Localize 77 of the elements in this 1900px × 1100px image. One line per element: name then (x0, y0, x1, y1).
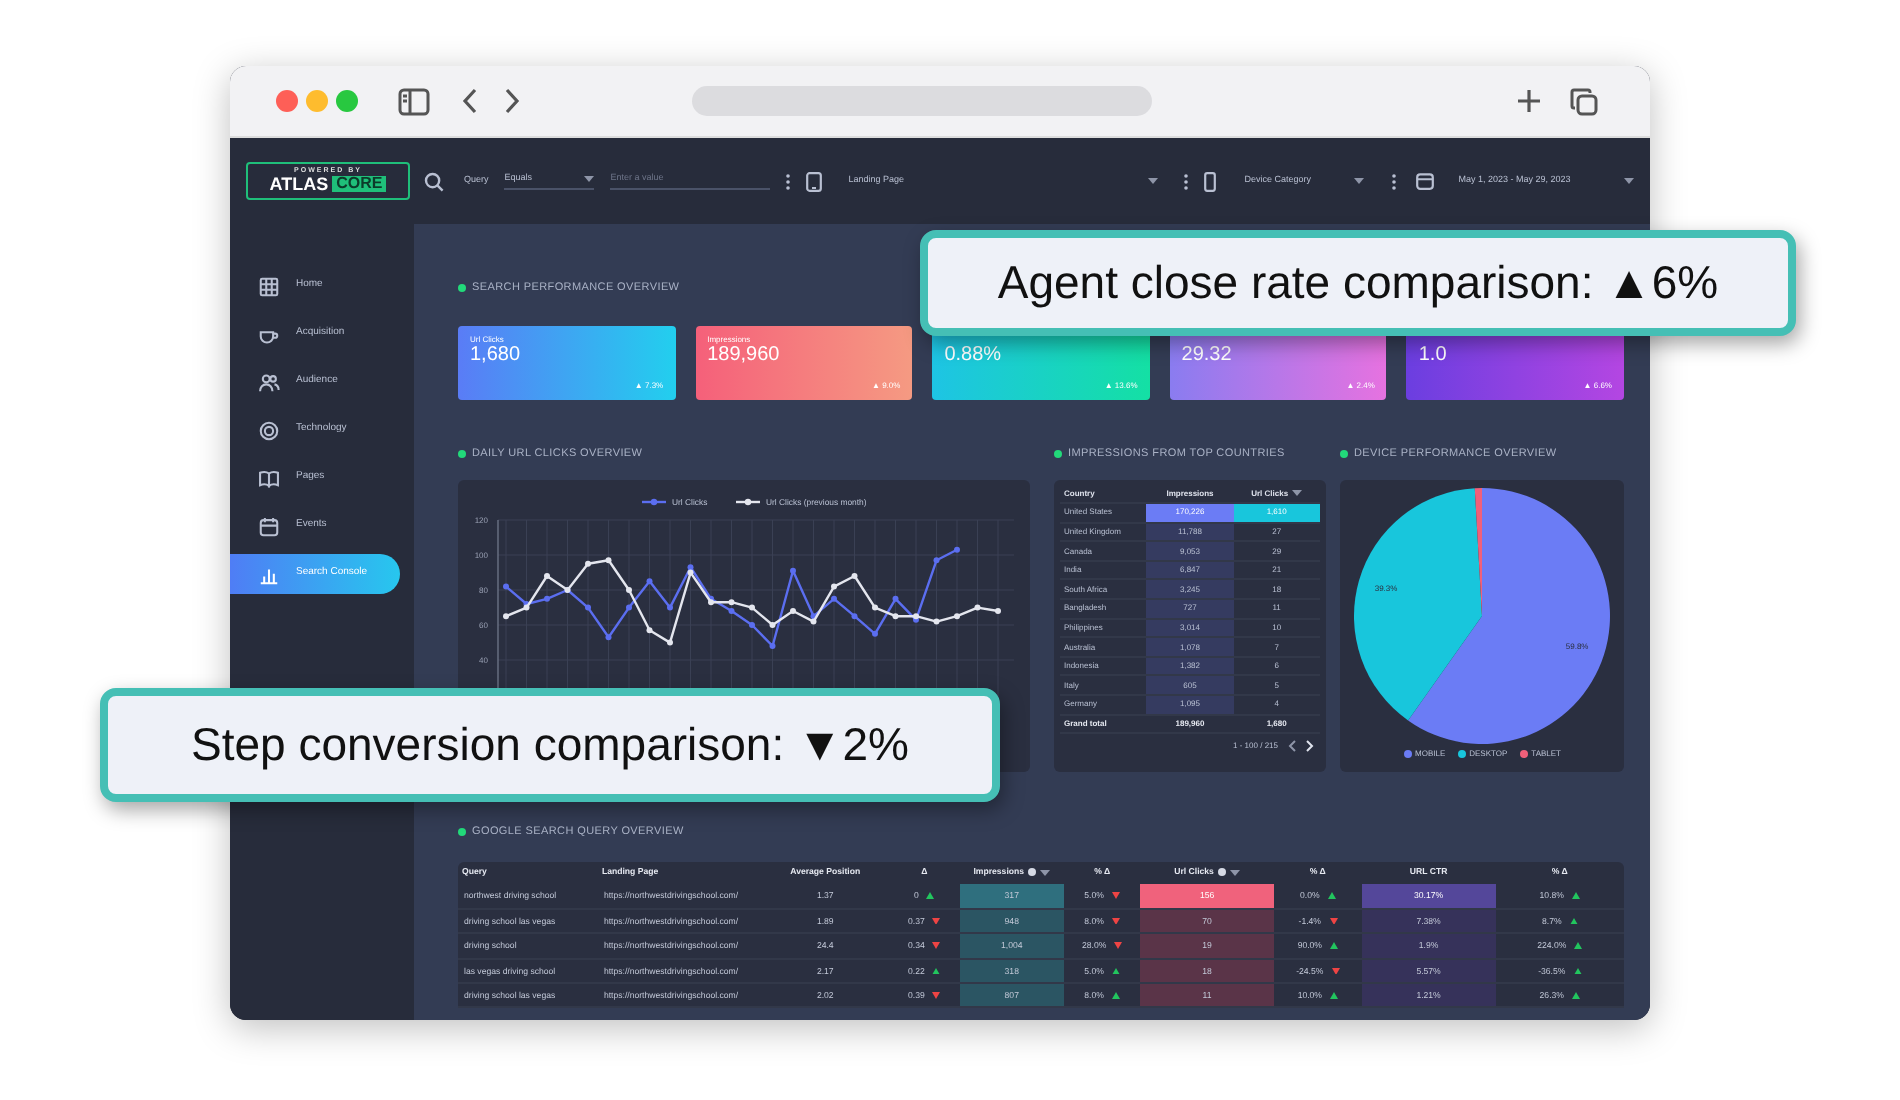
data-point (749, 622, 755, 628)
data-point (585, 560, 591, 567)
more-icon[interactable] (1392, 173, 1397, 189)
data-point (872, 630, 878, 637)
caret-down-icon (1624, 178, 1635, 184)
data-point (769, 622, 776, 628)
search-icon[interactable] (424, 171, 444, 191)
tablet-icon (806, 171, 823, 191)
bullet-icon (458, 828, 466, 836)
data-point (544, 595, 550, 602)
book-icon (258, 467, 280, 489)
people-icon (258, 371, 280, 393)
kpi-value: 1,680 (470, 344, 523, 366)
data-point (974, 604, 981, 611)
callout-text: Step conversion comparison: ▼2% (191, 716, 909, 775)
data-point (851, 573, 858, 579)
data-point (933, 618, 940, 625)
data-point (646, 627, 653, 634)
legend-dot-icon (1457, 750, 1466, 758)
target-icon (258, 419, 280, 441)
bullet-icon (1340, 450, 1348, 458)
back-icon[interactable] (462, 88, 478, 114)
legend-dot-icon (1519, 750, 1528, 758)
data-point (851, 613, 858, 620)
data-point (605, 634, 612, 641)
legend-line-icon (736, 498, 760, 506)
data-point (503, 613, 509, 620)
more-icon[interactable] (1184, 173, 1189, 189)
data-point (667, 604, 673, 611)
data-point (831, 595, 837, 602)
bullet-icon (458, 450, 466, 458)
data-point (503, 583, 509, 590)
caret-down-icon (1148, 178, 1159, 184)
plus-icon[interactable] (1516, 88, 1542, 114)
data-point (667, 639, 673, 646)
callout-text: Agent close rate comparison: ▲6% (997, 254, 1719, 313)
kpi-value: 29.32 (1181, 344, 1234, 366)
data-point (605, 557, 612, 564)
data-point (585, 604, 591, 611)
data-point (954, 546, 960, 553)
caret-down-icon (584, 176, 595, 182)
data-point (790, 567, 796, 574)
data-point (954, 613, 960, 620)
data-point (892, 595, 899, 602)
data-point (646, 578, 653, 585)
chevron-left-icon[interactable] (1288, 740, 1296, 753)
data-point (626, 604, 632, 611)
legend-line-icon (642, 498, 666, 506)
data-point (831, 583, 837, 590)
data-point (769, 643, 776, 649)
bullet-icon (1054, 450, 1062, 458)
data-point (626, 587, 632, 593)
phone-icon (1204, 171, 1217, 191)
calendar-icon (1416, 172, 1435, 190)
kpi-value: 189,960 (707, 344, 782, 366)
logo-wordmark: ATLAS (269, 175, 329, 194)
tabs-icon[interactable] (1570, 87, 1598, 115)
calendar-icon (258, 515, 280, 537)
legend-dot-icon (1403, 750, 1411, 758)
caret-down-icon (1354, 178, 1365, 184)
logo-accent: CORE (332, 176, 387, 193)
close-button[interactable] (276, 90, 298, 112)
bullet-icon (458, 284, 466, 292)
data-point (995, 608, 1001, 614)
kpi-value: 0.88% (944, 344, 1004, 366)
kpi-value: 1.0 (1418, 344, 1449, 366)
chevron-right-icon[interactable] (1306, 740, 1314, 753)
data-point (892, 613, 899, 620)
data-point (790, 608, 796, 614)
forward-icon[interactable] (504, 88, 520, 114)
data-point (872, 604, 878, 611)
grid-icon (258, 275, 280, 297)
more-icon[interactable] (786, 173, 791, 189)
data-point (544, 573, 550, 579)
sidebar-icon[interactable] (398, 87, 430, 115)
data-point (933, 557, 940, 564)
data-point (749, 604, 755, 611)
